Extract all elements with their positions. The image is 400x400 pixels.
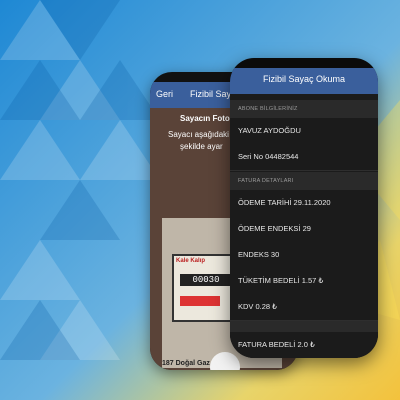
back-button[interactable]: Geri: [156, 89, 173, 99]
invoice-section-header: FATURA DETAYLARI: [230, 172, 378, 190]
payment-index-row: ÖDEME ENDEKSİ 29: [230, 216, 378, 243]
camera-instruction-line2: şekilde ayar: [180, 142, 223, 151]
vat-row: KDV 0.28 ₺: [230, 294, 378, 321]
subscriber-header-label: ABONE BİLGİLERİNİZ: [238, 106, 298, 112]
meter-brand: Kale Kalıp: [176, 258, 206, 264]
consumption-row: TÜKETİM BEDELİ 1.57 ₺: [230, 268, 378, 295]
total-row: FATURA BEDELİ 2.0 ₺: [230, 332, 378, 358]
payment-index: ÖDEME ENDEKSİ 29: [238, 224, 311, 233]
front-phone: Fizibil Sayaç Okuma ABONE BİLGİLERİNİZ Y…: [230, 58, 378, 358]
subscriber-name-row: YAVUZ AYDOĞDU: [230, 118, 378, 145]
meter-reading: 00030: [180, 274, 232, 286]
consumption-cost: TÜKETİM BEDELİ 1.57 ₺: [238, 276, 324, 285]
camera-instruction-line1: Sayacı aşağıdaki çe: [168, 130, 240, 139]
invoice-total: FATURA BEDELİ 2.0 ₺: [238, 340, 315, 349]
subscriber-name: YAVUZ AYDOĞDU: [238, 126, 301, 135]
due-date-row: ÖDEME TARİHİ 29.11.2020: [230, 190, 378, 217]
serial-number-row: Seri No 04482544: [230, 144, 378, 171]
vat-amount: KDV 0.28 ₺: [238, 302, 277, 311]
subscriber-section-header: ABONE BİLGİLERİNİZ: [230, 100, 378, 118]
meter-decimal-dial: [180, 296, 220, 306]
due-date: ÖDEME TARİHİ 29.11.2020: [238, 198, 331, 207]
reading-details: ABONE BİLGİLERİNİZ YAVUZ AYDOĞDU Seri No…: [230, 94, 378, 358]
index-value: ENDEKS 30: [238, 250, 280, 259]
serial-number: Seri No 04482544: [238, 152, 299, 161]
invoice-header-label: FATURA DETAYLARI: [238, 178, 294, 184]
index-row: ENDEKS 30: [230, 242, 378, 269]
page-title: Fizibil Sayaç Okuma: [262, 74, 346, 84]
